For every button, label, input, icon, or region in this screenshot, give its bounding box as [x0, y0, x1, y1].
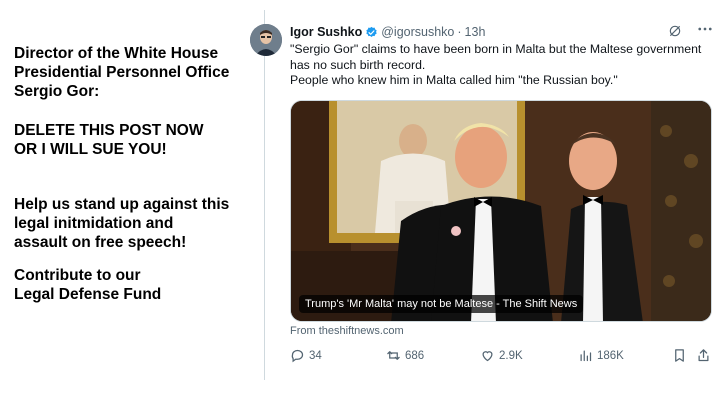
views-count: 186K — [597, 349, 624, 362]
like-button[interactable]: 2.9K — [480, 348, 523, 363]
repost-count: 686 — [405, 349, 425, 362]
tweet[interactable]: Igor Sushko @igorsushko · 13h "Sergio Go… — [250, 18, 720, 405]
tweet-header: Igor Sushko @igorsushko · 13h — [290, 25, 485, 39]
bookmark-icon — [675, 349, 684, 362]
repost-button[interactable]: 686 — [386, 348, 424, 363]
tweet-text: "Sergio Gor" claims to have been born in… — [290, 42, 702, 87]
reply-button[interactable]: 34 — [290, 348, 322, 363]
more-icon[interactable] — [698, 26, 712, 32]
verified-icon — [366, 26, 377, 37]
views-button[interactable]: 186K — [578, 348, 624, 363]
card-image — [291, 101, 711, 321]
share-icon — [698, 349, 709, 362]
link-card[interactable]: Trump's 'Mr Malta' may not be Maltese - … — [290, 100, 712, 322]
promo-panel: Director of the White House Presidential… — [14, 44, 259, 324]
grok-icon[interactable] — [668, 24, 682, 38]
avatar[interactable] — [250, 24, 282, 56]
repost-icon — [387, 351, 400, 360]
promo-heading: Director of the White House Presidential… — [14, 45, 230, 100]
card-caption: Trump's 'Mr Malta' may not be Maltese - … — [299, 295, 584, 313]
author-name[interactable]: Igor Sushko — [290, 25, 362, 39]
views-icon — [580, 350, 592, 362]
promo-appeal: Help us stand up against this legal init… — [14, 196, 230, 251]
like-icon — [482, 351, 493, 362]
reply-icon — [291, 349, 304, 363]
separator: · — [457, 25, 462, 39]
card-source[interactable]: From theshiftnews.com — [290, 325, 404, 337]
timestamp[interactable]: 13h — [465, 25, 486, 39]
promo-cta: Contribute to our Legal Defense Fund — [14, 267, 162, 303]
share-button[interactable] — [696, 348, 715, 363]
bookmark-button[interactable] — [672, 348, 691, 363]
like-count: 2.9K — [499, 349, 523, 362]
author-handle[interactable]: @igorsushko — [381, 25, 454, 39]
promo-demand: DELETE THIS POST NOW OR I WILL SUE YOU! — [14, 122, 204, 158]
tweet-actions: 34 686 2.9K 186K — [290, 348, 715, 366]
reply-count: 34 — [309, 349, 322, 362]
